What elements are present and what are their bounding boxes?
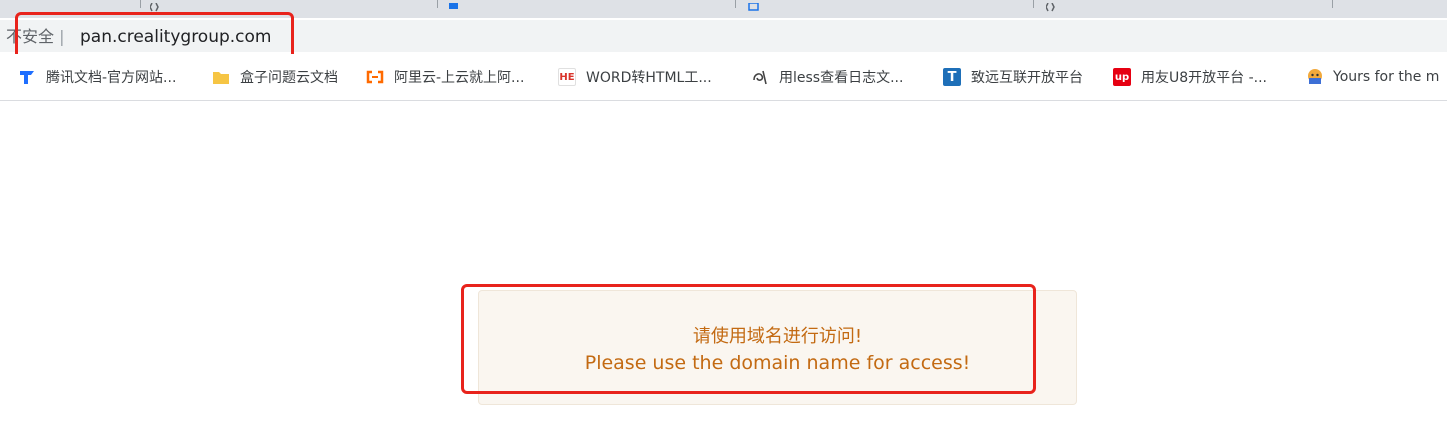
tab-separator bbox=[1033, 0, 1034, 8]
bookmark-item[interactable]: Yours for the m bbox=[1305, 67, 1439, 87]
bookmark-item[interactable]: 用less查看日志文... bbox=[751, 67, 903, 87]
folder-icon bbox=[212, 68, 230, 86]
security-label: 不安全 bbox=[6, 27, 55, 46]
notice-message-en: Please use the domain name for access! bbox=[584, 352, 971, 374]
bookmark-label: Yours for the m bbox=[1333, 69, 1440, 85]
bookmark-label: 腾讯文档-官方网站... bbox=[46, 70, 177, 86]
bookmark-label: WORD转HTML工... bbox=[586, 70, 712, 86]
avatar-icon bbox=[1305, 68, 1323, 86]
tab-favicon-icon[interactable] bbox=[1045, 0, 1058, 12]
bookmark-label: 致远互联开放平台 bbox=[971, 70, 1083, 86]
tab-favicon-icon[interactable] bbox=[448, 0, 460, 9]
tab-separator bbox=[140, 0, 141, 8]
tab-favicon-icon[interactable] bbox=[748, 0, 760, 11]
tab-separator bbox=[1332, 0, 1333, 8]
bookmark-item[interactable]: 盒子问题云文档 bbox=[212, 67, 338, 87]
bookmark-label: 用友U8开放平台 -... bbox=[1141, 70, 1268, 86]
up-logo-icon: up bbox=[1113, 68, 1131, 86]
domain-access-notice: 请使用域名进行访问! Please use the domain name fo… bbox=[478, 290, 1077, 405]
tab-strip bbox=[0, 0, 1447, 18]
address-bar[interactable]: 不安全 | pan.crealitygroup.com bbox=[0, 20, 1447, 52]
address-divider: | bbox=[54, 27, 65, 46]
bookmark-label: 阿里云-上云就上阿... bbox=[394, 70, 525, 86]
tab-favicon-icon[interactable] bbox=[149, 0, 162, 12]
bookmark-item[interactable]: T 致远互联开放平台 bbox=[943, 67, 1083, 87]
aliyun-icon bbox=[366, 68, 384, 86]
notice-message-zh: 请使用域名进行访问! bbox=[692, 326, 863, 347]
bookmark-item[interactable]: HE WORD转HTML工... bbox=[558, 67, 712, 87]
tab-separator bbox=[735, 0, 736, 8]
bookmark-item[interactable]: 腾讯文档-官方网站... bbox=[18, 67, 176, 87]
bookmark-label: 盒子问题云文档 bbox=[240, 70, 338, 86]
swirl-icon bbox=[751, 68, 769, 86]
address-url[interactable]: pan.crealitygroup.com bbox=[80, 27, 271, 47]
browser-toolbar: 不安全 | pan.crealitygroup.com bbox=[0, 18, 1447, 54]
security-status[interactable]: 不安全 | bbox=[6, 28, 65, 46]
he-icon: HE bbox=[558, 68, 576, 86]
bookmark-item[interactable]: 阿里云-上云就上阿... bbox=[366, 67, 524, 87]
tab-separator bbox=[437, 0, 438, 8]
tencent-docs-icon bbox=[18, 68, 36, 86]
bookmark-label: 用less查看日志文... bbox=[779, 70, 904, 86]
bookmarks-bar: 腾讯文档-官方网站... 盒子问题云文档 阿里云-上云就上阿... HE WOR… bbox=[0, 54, 1447, 101]
t-logo-icon: T bbox=[943, 68, 961, 86]
bookmark-item[interactable]: up 用友U8开放平台 -... bbox=[1113, 67, 1267, 87]
